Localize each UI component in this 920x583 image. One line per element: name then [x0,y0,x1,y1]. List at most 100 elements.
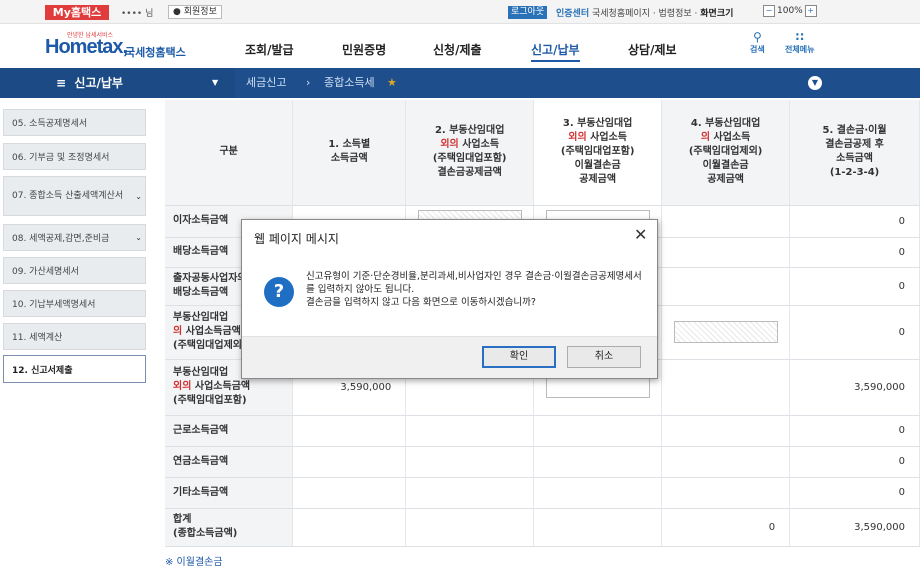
row-c1 [292,477,407,509]
sidebar-item-label: 08. 세액공제,감면,준비금 [12,234,110,244]
logo-main-text: Hometax, [45,36,128,58]
hamburger-icon: ≡ [56,76,67,90]
row-c2 [405,446,535,478]
header-text-red: 의 [700,132,711,144]
nav-inquiry[interactable]: 조회/발급 [245,41,294,58]
header-text: 2. 부동산임대업 [434,125,505,137]
zoom-value: 100% [777,6,803,16]
sidebar-item-12[interactable]: 12. 신고서제출 [3,355,146,383]
row-label: 기타소득금액 [165,477,294,509]
breadcrumb-income-tax[interactable]: 종합소득세 [324,68,375,98]
caret-down-icon: ▼ [212,78,219,87]
row-c2 [405,477,535,509]
close-icon[interactable]: ✕ [634,225,647,244]
grid-icon: ∷ [795,30,804,44]
user-icon: ● [173,7,181,17]
site-links[interactable]: 국세청홈페이지 · 법령정보 · [592,9,697,19]
sidebar-item-label: 11. 세액계산 [12,333,63,343]
web-page-message-dialog: 웹 페이지 메시지 ✕ ? 신고유형이 기준·단순경비율,분리과세,비사업자인 … [241,219,658,379]
hometax-logo[interactable]: 안녕한 납세서비스 Hometax, 국세청홈택스 [45,30,195,62]
row-c1 [292,415,407,447]
sidebar-item-label: 10. 기납부세액명세서 [12,300,96,310]
zoom-in-button[interactable]: + [804,5,817,17]
row-c5: 0 [789,305,920,360]
sidebar-item-08[interactable]: 08. 세액공제,감면,준비금 ⌄ [3,224,146,251]
breadcrumb-menu[interactable]: ≡ 신고/납부 ▼ [0,68,235,98]
row-label-text: 사업소득금액 (주택임대업제외) [173,326,247,351]
row-c4 [661,477,791,509]
my-hometax-button[interactable]: My홈택스 [45,5,109,20]
row-c5: 0 [789,446,920,478]
zoom-control: − 100% + [763,5,817,17]
search-button[interactable]: ⚲ 검색 [750,30,765,55]
member-info-button[interactable]: ● 회원정보 [168,5,222,19]
cert-center-link[interactable]: 인증센터 [556,9,589,19]
question-icon: ? [264,277,294,307]
row-c5: 0 [789,205,920,238]
table-total-row: 합계 (종합소득금액) 0 3,590,000 [165,508,920,547]
row-label-red: 외의 [173,381,192,392]
row-c4 [661,237,791,268]
row-c4 [661,267,791,306]
dialog-message: 신고유형이 기준·단순경비율,분리과세,비사업자인 경우 결손금·이월결손금공제… [306,271,642,308]
row-c5: 0 [789,477,920,509]
header-income-after-deduction: 5. 결손금·이월 결손금공제 후 소득금액 (1-2-3-4) [789,100,920,206]
chevron-down-circle-icon[interactable]: ▼ [808,76,822,90]
row-c1 [292,446,407,478]
row-c4 [661,415,791,447]
sidebar-item-label: 07. 종합소득 산출세액계산서 [12,190,124,201]
dialog-body: ? 신고유형이 기준·단순경비율,분리과세,비사업자인 경우 결손금·이월결손금… [242,252,657,336]
table-header-row: 구분 1. 소득별 소득금액 2. 부동산임대업 외의 사업소득 (주택임대업포… [165,100,920,206]
row-c4 [661,205,791,238]
sidebar-item-11[interactable]: 11. 세액계산 [3,323,146,350]
nav-apply[interactable]: 신청/제출 [433,41,482,58]
nav-consult[interactable]: 상담/제보 [628,41,677,58]
row-c5: 3,590,000 [789,359,920,416]
row-c3 [533,477,663,509]
row-c3 [533,508,663,547]
table-row: 근로소득금액 0 [165,415,920,447]
zoom-label: 화면크기 [700,9,734,19]
user-name: •••• 님 [121,9,154,19]
row-c5: 3,590,000 [789,508,920,547]
row-label-text: 부동산임대업 [173,367,229,378]
row-c4 [661,305,791,360]
sidebar-item-06[interactable]: 06. 기부금 및 조정명세서 [3,143,146,170]
breadcrumb-menu-label: 신고/납부 [74,76,123,90]
breadcrumb-bar: ≡ 신고/납부 ▼ 세금신고 › 종합소득세 ★ ▼ [0,68,920,98]
disabled-input [673,321,778,343]
footnote-carryover[interactable]: ※ 이월결손금 [165,553,223,568]
row-label: 근로소득금액 [165,415,294,447]
row-c2 [405,415,535,447]
sidebar-item-07[interactable]: 07. 종합소득 산출세액계산서 ⌄ [3,176,146,216]
sidebar-item-label: 12. 신고서제출 [12,365,73,376]
dialog-title: 웹 페이지 메시지 [254,232,339,246]
header-carryover-deduction-incl: 3. 부동산임대업 외의 사업소득 (주택임대업포함) 이월결손금 공제금액 [533,100,663,206]
logout-button[interactable]: 로그아웃 [508,6,548,19]
nav-report-pay[interactable]: 신고/납부 [531,41,580,62]
zoom-out-button[interactable]: − [763,5,775,17]
row-c5: 0 [789,415,920,447]
all-menu-label: 전체메뉴 [785,45,815,54]
nav-certificate[interactable]: 민원증명 [342,41,386,58]
sidebar-item-05[interactable]: 05. 소득공제명세서 [3,109,146,136]
amount-input[interactable] [545,376,650,398]
header-text: 3. 부동산임대업 [562,118,633,130]
member-info-label: 회원정보 [183,7,217,17]
sidebar-item-10[interactable]: 10. 기납부세액명세서 [3,290,146,317]
ok-button[interactable]: 확인 [482,346,556,368]
all-menu-button[interactable]: ∷ 전체메뉴 [785,30,814,55]
row-c3 [533,415,663,447]
header-deficit-deduction: 2. 부동산임대업 외의 사업소득 (주택임대업포함) 결손금공제금액 [405,100,535,206]
cancel-button[interactable]: 취소 [567,346,641,368]
favorite-star-icon[interactable]: ★ [387,68,397,98]
row-label: 연금소득금액 [165,446,294,478]
row-c5: 0 [789,267,920,306]
sidebar-item-label: 09. 가산세명세서 [12,267,79,277]
sidebar-item-09[interactable]: 09. 가산세명세서 [3,257,146,284]
row-c4 [661,359,791,416]
row-c2 [405,508,535,547]
site-header: 안녕한 납세서비스 Hometax, 국세청홈택스 조회/발급 민원증명 신청/… [0,24,920,68]
breadcrumb-tax-report[interactable]: 세금신고 [246,68,286,98]
chevron-down-icon: ⌄ [135,191,142,201]
